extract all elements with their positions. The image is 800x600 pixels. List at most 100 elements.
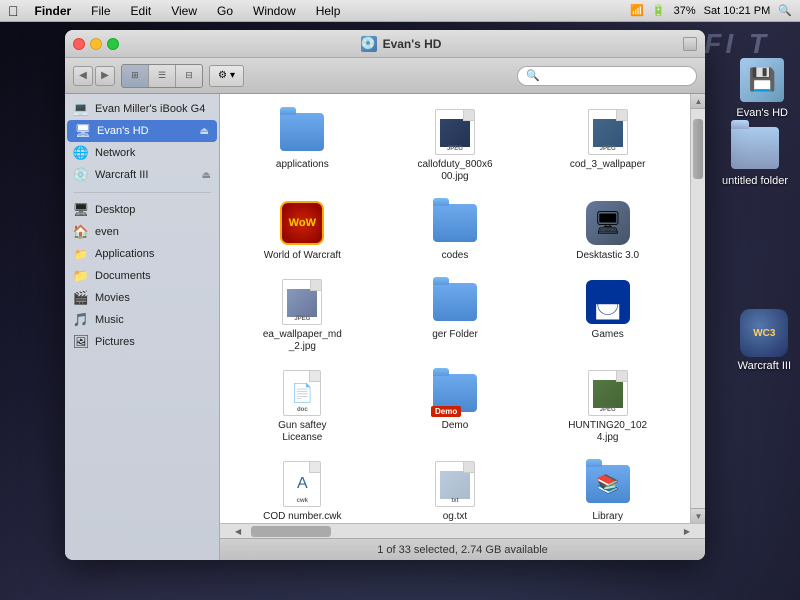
menu-edit[interactable]: Edit — [127, 4, 156, 18]
spotlight-icon[interactable]: 🔍 — [778, 4, 792, 17]
bottom-bars: ◀ ▶ 1 of 33 selected, 2.74 GB available — [220, 523, 705, 560]
wow-name: World of Warcraft — [264, 250, 341, 262]
ea-icon: JPEG — [278, 278, 326, 326]
music-label: Music — [95, 314, 124, 326]
file-item-gun[interactable]: 📄 doc Gun saftey Liceanse — [228, 363, 377, 450]
file-item-hunting[interactable]: JPEG HUNTING20_1024.jpg — [533, 363, 682, 450]
scroll-right-button[interactable]: ▶ — [684, 527, 690, 536]
desktop-sidebar-label: Desktop — [95, 204, 135, 216]
file-item-wow[interactable]: WoW World of Warcraft — [228, 193, 377, 268]
file-item-desktastic[interactable]: 🖥 Desktastic 3.0 — [533, 193, 682, 268]
file-item-games[interactable]: ◛ Games — [533, 272, 682, 359]
forward-button[interactable]: ▶ — [95, 66, 115, 86]
horizontal-scrollbar[interactable]: ◀ ▶ — [220, 523, 705, 538]
file-item-messenger[interactable]: ger Folder — [381, 272, 530, 359]
file-item-cod3[interactable]: JPEG cod_3_wallpaper — [533, 102, 682, 189]
view-buttons: ⊞ ☰ ⊟ — [121, 64, 203, 88]
back-button[interactable]: ◀ — [73, 66, 93, 86]
wow-icon: WoW — [278, 199, 326, 247]
finder-window: 💿 Evan's HD ◀ ▶ ⊞ ☰ ⊟ ⚙ ▾ — [65, 30, 705, 560]
file-item-log[interactable]: txt og.txt — [381, 454, 530, 523]
list-view-button[interactable]: ☰ — [149, 65, 175, 87]
evanshd-sidebar-icon: 🖥 — [75, 123, 91, 139]
sidebar-item-applications[interactable]: 📁 Applications — [65, 243, 219, 265]
warcraft3-label: Warcraft III — [738, 360, 791, 372]
callofduty-icon: JPEG — [431, 108, 479, 156]
network-label: Network — [95, 147, 135, 159]
vertical-scrollbar[interactable]: ▲ ▼ — [690, 94, 705, 523]
menu-finder[interactable]: Finder — [31, 4, 76, 18]
search-box[interactable]: 🔍 — [517, 66, 697, 86]
music-icon: 🎵 — [73, 312, 89, 328]
menu-help[interactable]: Help — [312, 4, 345, 18]
games-icon: ◛ — [584, 278, 632, 326]
file-item-ea[interactable]: JPEG ea_wallpaper_md_2.jpg — [228, 272, 377, 359]
menu-window[interactable]: Window — [249, 4, 300, 18]
demo-icon: Demo — [431, 369, 479, 417]
menu-go[interactable]: Go — [213, 4, 237, 18]
scroll-up-button[interactable]: ▲ — [691, 94, 705, 109]
gear-icon: ⚙ — [218, 70, 227, 81]
library-icon: 📚 — [584, 460, 632, 508]
sidebar-item-network[interactable]: 🌐 Network — [65, 142, 219, 164]
pictures-icon: 🖼 — [73, 334, 89, 350]
sidebar-item-warcraft[interactable]: 💿 Warcraft III ⏏ — [65, 164, 219, 186]
action-button[interactable]: ⚙ ▾ — [209, 65, 244, 87]
icon-view-button[interactable]: ⊞ — [122, 65, 148, 87]
h-scroll-area — [241, 526, 684, 537]
warcraft-disk-icon: 💿 — [73, 167, 89, 183]
menu-view[interactable]: View — [167, 4, 201, 18]
desktop-icon-warcraft3[interactable]: WC3 Warcraft III — [734, 305, 795, 376]
sidebar-item-pictures[interactable]: 🖼 Pictures — [65, 331, 219, 353]
scroll-thumb[interactable] — [693, 119, 703, 179]
minimize-button[interactable] — [90, 38, 102, 50]
file-item-demo[interactable]: Demo Demo — [381, 363, 530, 450]
apps-icon: 📁 — [73, 246, 89, 262]
sidebar-item-documents[interactable]: 📁 Documents — [65, 265, 219, 287]
nav-buttons: ◀ ▶ — [73, 66, 115, 86]
log-icon: txt — [431, 460, 479, 508]
sidebar-places: 🖥 Desktop 🏠 even 📁 Applications 📁 Docume… — [65, 195, 219, 357]
messenger-icon — [431, 278, 479, 326]
applications-icon — [278, 108, 326, 156]
demo-name: Demo — [442, 420, 469, 432]
content-area: 💻 Evan Miller's iBook G4 🖥 Evan's HD ⏏ 🌐… — [65, 94, 705, 560]
file-item-library[interactable]: 📚 Library — [533, 454, 682, 523]
desktop-icon-evanshd[interactable]: 💾 Evan's HD — [732, 52, 792, 123]
evanshd-sidebar-label: Evan's HD — [97, 125, 149, 137]
file-grid-container[interactable]: applications JPEG callofduty_800x600.jpg — [220, 94, 690, 523]
menubar-right: 📶 🔋 37% Sat 10:21 PM 🔍 — [630, 4, 792, 17]
sidebar-sep-1 — [73, 192, 211, 193]
file-item-codes[interactable]: codes — [381, 193, 530, 268]
sidebar-item-desktop[interactable]: 🖥 Desktop — [65, 199, 219, 221]
applications-name: applications — [276, 159, 329, 171]
apple-menu[interactable]:  — [8, 3, 19, 19]
menu-file[interactable]: File — [87, 4, 114, 18]
h-scroll-thumb[interactable] — [251, 526, 331, 537]
titlebar-right — [683, 37, 697, 51]
close-button[interactable] — [73, 38, 85, 50]
callofduty-name: callofduty_800x600.jpg — [415, 159, 495, 183]
scroll-down-button[interactable]: ▼ — [691, 508, 705, 523]
resize-button[interactable] — [683, 37, 697, 51]
desktastic-name: Desktastic 3.0 — [576, 250, 639, 262]
sidebar-item-ibook[interactable]: 💻 Evan Miller's iBook G4 — [65, 98, 219, 120]
sidebar-item-music[interactable]: 🎵 Music — [65, 309, 219, 331]
maximize-button[interactable] — [107, 38, 119, 50]
column-view-button[interactable]: ⊟ — [176, 65, 202, 87]
network-icon: 🌐 — [73, 145, 89, 161]
file-item-codnumber[interactable]: A cwk COD number.cwk — [228, 454, 377, 523]
file-item-callofduty[interactable]: JPEG callofduty_800x600.jpg — [381, 102, 530, 189]
toolbar: ◀ ▶ ⊞ ☰ ⊟ ⚙ ▾ 🔍 — [65, 58, 705, 94]
sidebar-item-even[interactable]: 🏠 even — [65, 221, 219, 243]
sidebar-devices: 💻 Evan Miller's iBook G4 🖥 Evan's HD ⏏ 🌐… — [65, 94, 219, 190]
sidebar-item-movies[interactable]: 🎬 Movies — [65, 287, 219, 309]
status-bar: 1 of 33 selected, 2.74 GB available — [220, 538, 705, 560]
sidebar-item-evanshd[interactable]: 🖥 Evan's HD ⏏ — [67, 120, 217, 142]
untitled-folder-label: untitled folder — [722, 175, 788, 187]
codes-name: codes — [442, 250, 469, 262]
desktop-icon-untitled[interactable]: untitled folder — [718, 120, 792, 191]
menubar-left:  Finder File Edit View Go Window Help — [8, 3, 344, 19]
file-item-applications[interactable]: applications — [228, 102, 377, 189]
games-name: Games — [592, 329, 624, 341]
